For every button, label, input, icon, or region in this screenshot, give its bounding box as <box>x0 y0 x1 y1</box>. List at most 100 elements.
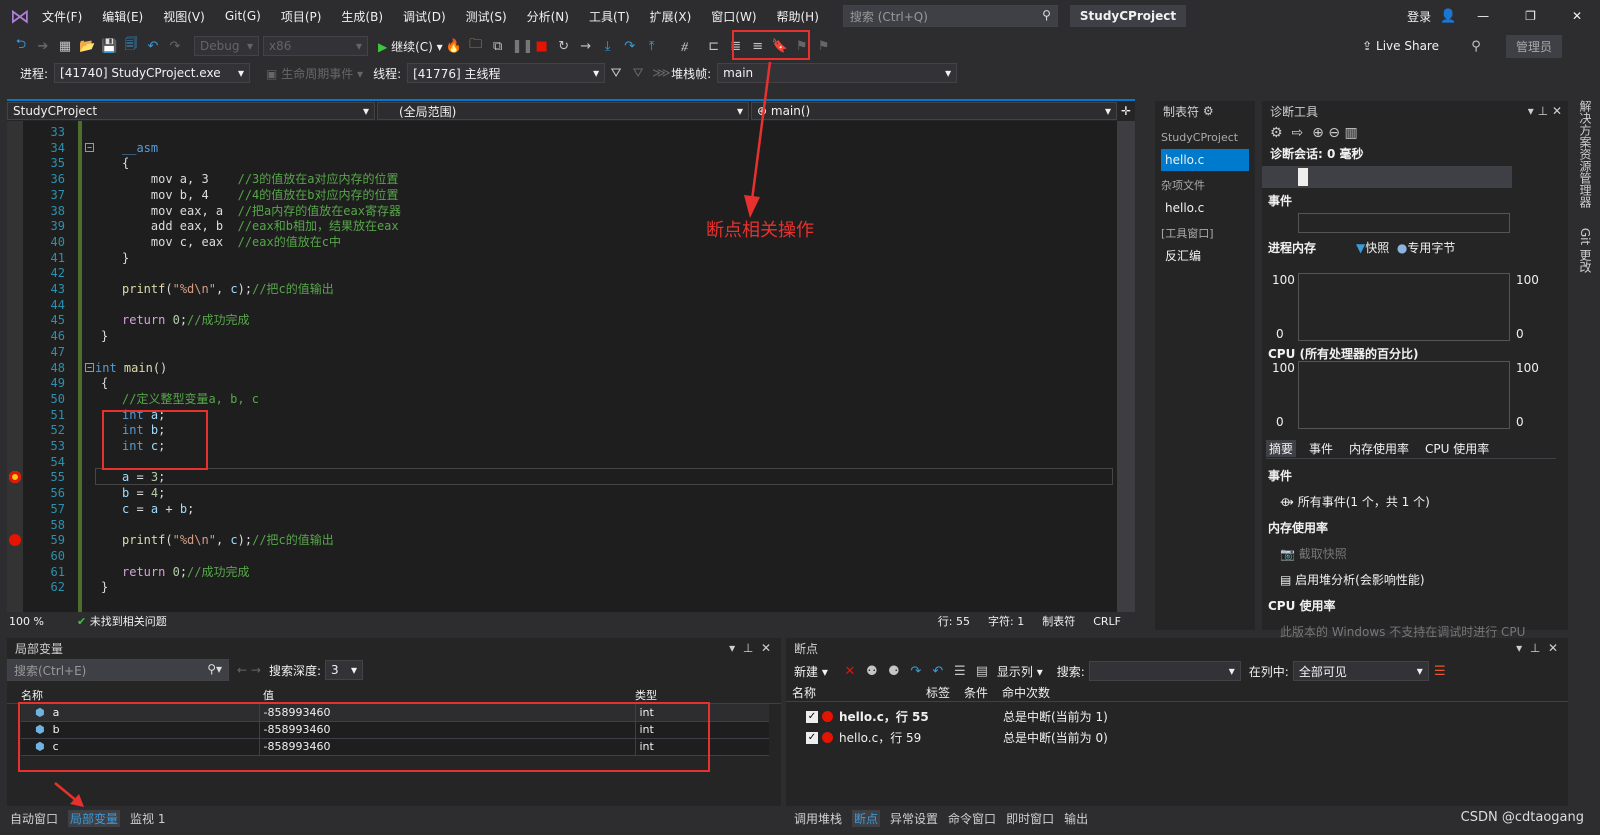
pin-icon[interactable]: ⊥ <box>1530 641 1540 655</box>
pause-icon[interactable]: ❚❚ <box>512 39 534 54</box>
step-out-icon[interactable]: ⤒ <box>644 39 660 54</box>
undo-icon[interactable]: ↶ <box>145 39 161 54</box>
export-icon[interactable]: ↶ <box>930 664 946 679</box>
close-icon[interactable]: ✕ <box>1552 104 1562 118</box>
menu-item[interactable]: 扩展(X) <box>650 8 692 25</box>
save-icon[interactable]: 💾 <box>101 39 117 54</box>
hex-icon[interactable]: ⧣ <box>677 39 693 54</box>
menu-item[interactable]: 测试(S) <box>466 8 507 25</box>
vertical-scrollbar[interactable] <box>1117 121 1135 612</box>
hot-reload-icon[interactable]: 🔥 <box>446 39 462 54</box>
zoom-in-icon[interactable]: ⊕ <box>1312 125 1324 141</box>
open-icon[interactable]: 📂 <box>79 39 95 54</box>
filter-icon[interactable]: ⛛ <box>608 66 624 81</box>
thread-combo[interactable]: [41776] 主线程 ▾ <box>407 63 606 83</box>
pin-icon[interactable]: ⊥ <box>743 641 753 655</box>
step-over-icon[interactable]: ↷ <box>622 39 638 54</box>
menu-item[interactable]: 帮助(H) <box>777 8 819 25</box>
cpu-section[interactable]: CPU (所有处理器的百分比) <box>1268 345 1419 362</box>
menu-item[interactable]: 文件(F) <box>42 8 82 25</box>
new-breakpoint-button[interactable]: 新建 ▾ <box>794 663 828 680</box>
bottom-tab[interactable]: 输出 <box>1064 810 1088 827</box>
doc-item-hello[interactable]: hello.c <box>1161 197 1249 219</box>
locals-search-input[interactable]: 搜索(Ctrl+E) ⚲▾ <box>7 659 229 681</box>
bookmark-next-icon[interactable]: ⚑ <box>816 39 832 54</box>
thread-icon[interactable]: ⊏ <box>706 39 722 54</box>
close-icon[interactable]: ✕ <box>761 641 771 655</box>
dropdown-icon[interactable]: ▾ <box>1528 104 1534 118</box>
collapse-icon[interactable]: − <box>85 362 94 372</box>
continue-button[interactable]: ▶ 继续(C) ▾ <box>378 38 443 55</box>
menu-item[interactable]: 编辑(E) <box>102 8 143 25</box>
save-all-icon[interactable]: 🗐 <box>123 35 139 57</box>
lifecycle-events-button[interactable]: ▣ 生命周期事件 ▾ <box>266 65 363 82</box>
sign-in-link[interactable]: 登录 <box>1407 8 1431 25</box>
heap-profiling-button[interactable]: ▤ 启用堆分析(会影响性能) <box>1268 567 1546 593</box>
close-button[interactable]: ✕ <box>1572 9 1582 23</box>
doc-item-hello-active[interactable]: hello.c <box>1161 149 1249 171</box>
diag-tab[interactable]: 事件 <box>1306 440 1336 457</box>
bottom-tab[interactable]: 局部变量 <box>68 809 121 827</box>
search-input[interactable]: 搜索 (Ctrl+Q) ⚲ <box>842 5 1058 27</box>
events-section[interactable]: 事件 <box>1262 188 1568 213</box>
search-depth-combo[interactable]: 3 ▾ <box>324 660 363 680</box>
platform-combo[interactable]: x86 ▾ <box>263 36 368 56</box>
maximize-button[interactable]: ❐ <box>1525 9 1536 23</box>
delete-icon[interactable]: ✕ <box>842 664 858 679</box>
dropdown-icon[interactable]: ▾ <box>1516 641 1522 655</box>
reset-view-icon[interactable]: ▥ <box>1344 125 1357 141</box>
disable-all-icon[interactable]: ⚈ <box>886 664 902 679</box>
timeline-ruler[interactable] <box>1262 166 1512 188</box>
breakpoint-search-combo[interactable]: ▾ <box>1088 661 1241 681</box>
menu-item[interactable]: 分析(N) <box>527 8 569 25</box>
code-editor[interactable]: 33 34 __asm − 35 {36 mov a, 3 //3的值放在a对应内存的位置… <box>7 121 1135 612</box>
collapse-icon[interactable]: − <box>85 142 94 152</box>
folder-icon[interactable]: 🗀 <box>468 35 484 57</box>
export-icon[interactable]: ⇨ <box>1291 125 1303 141</box>
tabs-indicator[interactable]: 制表符 <box>1042 613 1075 629</box>
bottom-tab[interactable]: 自动窗口 <box>10 810 58 827</box>
scope-combo[interactable]: (全局范围) ▾ <box>377 102 749 120</box>
bottom-tab[interactable]: 命令窗口 <box>948 810 996 827</box>
stop-icon[interactable]: ■ <box>534 39 550 54</box>
back-icon[interactable]: ⮌ <box>13 35 29 57</box>
bottom-tab[interactable]: 异常设置 <box>890 810 938 827</box>
process-combo[interactable]: [41740] StudyCProject.exe ▾ <box>54 63 251 83</box>
flag-threads-icon[interactable]: ⋙ <box>652 66 671 81</box>
project-combo[interactable]: StudyCProject ▾ <box>7 102 375 120</box>
in-column-combo[interactable]: 全部可见 ▾ <box>1292 661 1429 681</box>
import-icon[interactable]: ↷ <box>908 664 924 679</box>
side-tab-git-changes[interactable]: Git 更改 <box>1578 228 1592 273</box>
breakpoint-row[interactable]: ✓ hello.c，行 59 总是中断(当前为 0) <box>786 727 1568 748</box>
diag-tab[interactable]: CPU 使用率 <box>1422 440 1492 457</box>
restart-icon[interactable]: ↻ <box>556 39 572 54</box>
menu-item[interactable]: 工具(T) <box>589 8 630 25</box>
take-snapshot-button[interactable]: 📷 截取快照 <box>1268 541 1546 567</box>
issues-status[interactable]: ✔ 未找到相关问题 <box>77 613 167 629</box>
eol-indicator[interactable]: CRLF <box>1093 615 1121 628</box>
menu-item[interactable]: 生成(B) <box>341 8 383 25</box>
all-events-link[interactable]: ⟴ 所有事件(1 个，共 1 个) <box>1268 489 1546 515</box>
close-icon[interactable]: ✕ <box>1548 641 1558 655</box>
menu-item[interactable]: 窗口(W) <box>711 8 756 25</box>
redo-icon[interactable]: ↷ <box>167 39 183 54</box>
menu-item[interactable]: 视图(V) <box>163 8 205 25</box>
menu-item[interactable]: 项目(P) <box>281 8 322 25</box>
diag-tab[interactable]: 内存使用率 <box>1346 440 1412 457</box>
config-combo[interactable]: Debug ▾ <box>194 36 259 56</box>
bottom-tab[interactable]: 监视 1 <box>130 810 165 827</box>
checkbox[interactable]: ✓ <box>806 731 818 744</box>
menu-item[interactable]: Git(G) <box>225 9 261 23</box>
gear-icon[interactable]: ⚙ <box>1203 104 1214 118</box>
screenshot-icon[interactable]: ⧉ <box>490 39 506 54</box>
diag-tab[interactable]: 摘要 <box>1266 440 1297 457</box>
breakpoint-row[interactable]: ✓ hello.c，行 55 总是中断(当前为 1) <box>786 706 1568 727</box>
checkbox[interactable]: ✓ <box>806 710 818 723</box>
menu-item[interactable]: 调试(D) <box>403 8 446 25</box>
go-to-source-icon[interactable]: ☰ <box>952 664 968 679</box>
dropdown-icon[interactable]: ▾ <box>729 641 735 655</box>
zoom-combo[interactable]: 100 % <box>7 615 77 628</box>
settings-icon[interactable]: ⚙ <box>1270 125 1283 141</box>
columns-button[interactable]: 显示列 ▾ <box>997 663 1043 680</box>
filter-clear-icon[interactable]: ⛛ <box>630 66 646 81</box>
